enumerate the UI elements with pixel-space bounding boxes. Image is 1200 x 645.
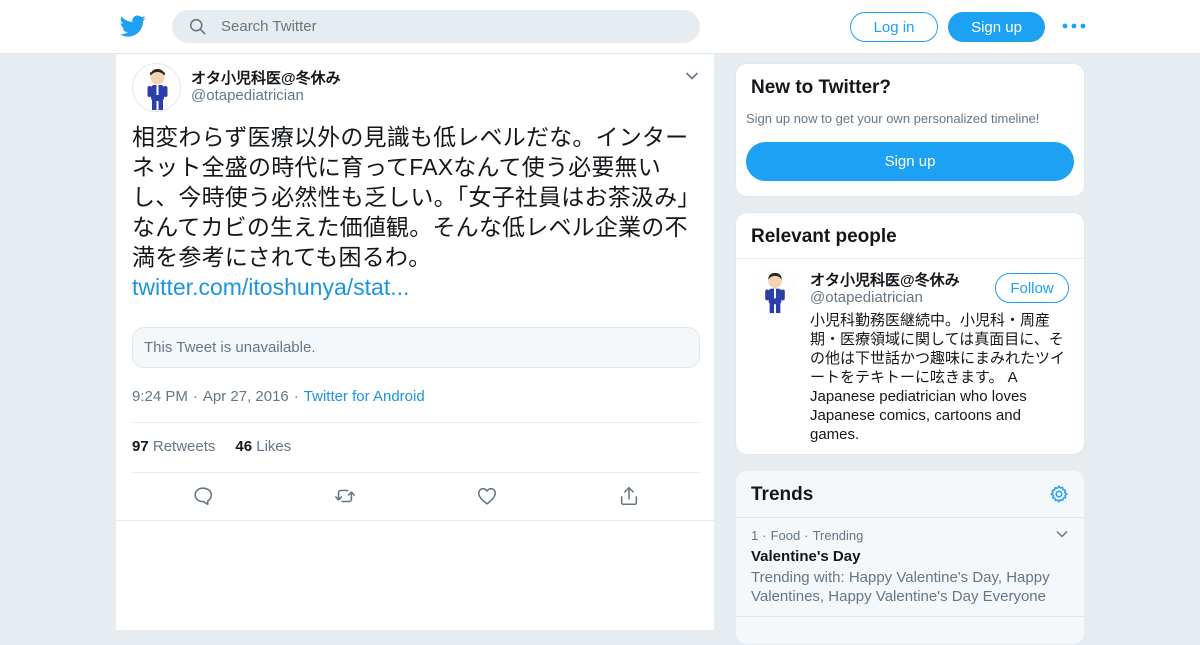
like-heart-icon[interactable] [476,485,498,507]
tweet-text: 相変わらず医療以外の見識も低レベルだな。インターネット全盛の時代に育ってFAXな… [132,124,701,270]
tweet-date[interactable]: Apr 27, 2016 [203,388,289,405]
login-button[interactable]: Log in [850,12,938,42]
author-handle[interactable]: @otapediatrician [191,87,304,104]
author-name[interactable]: オタ小児科医@冬休み [191,67,341,88]
divider [116,520,714,521]
relevant-person-bio: 小児科勤務医継続中。小児科・周産期・医療領域に関しては真面目に、その他は下世話か… [810,312,1066,443]
divider [736,258,1084,259]
divider [736,616,1084,617]
tweet-link[interactable]: twitter.com/itoshunya/stat... [132,272,409,302]
relevant-person-handle[interactable]: @otapediatrician [810,289,923,306]
trend-status: Trending [812,528,864,543]
trend-description: Trending with: Happy Valentine's Day, Ha… [751,569,1050,605]
quoted-tweet-message: This Tweet is unavailable. [144,339,316,356]
avatar-illustration [133,64,180,111]
retweets-stat[interactable]: 97 Retweets [132,438,215,455]
chevron-down-icon[interactable] [685,71,699,81]
separator-dot: · [762,528,767,543]
retweets-label: Retweets [152,438,216,455]
trends-title: Trends [751,484,814,505]
tweet-source-link[interactable]: Twitter for Android [304,388,425,405]
trend-rank: 1 [751,528,759,543]
tweet-permalink: オタ小児科医@冬休み @otapediatrician 相変わらず医療以外の見識… [115,54,715,630]
relevant-person-name[interactable]: オタ小児科医@冬休み [810,269,960,290]
relevant-people-card: Relevant people オタ小児科医@冬休み @otapediatric… [735,212,1085,455]
chevron-down-icon[interactable] [1056,530,1068,538]
retweets-count: 97 [132,438,149,455]
search-input[interactable] [221,18,661,35]
divider [736,517,1084,518]
new-to-twitter-card: New to Twitter? Sign up now to get your … [735,63,1085,197]
avatar[interactable] [751,268,799,316]
separator-dot: · [293,388,299,405]
reply-icon[interactable] [192,485,214,507]
avatar-illustration [751,268,799,316]
top-navigation-bar: Log in Sign up [0,0,1200,54]
retweet-icon[interactable] [334,485,356,507]
separator-dot: · [192,388,198,405]
trend-meta: 1 · Food · Trending [751,528,863,543]
tweet-stats: 97 Retweets 46 Likes [132,438,291,455]
new-to-twitter-subtitle: Sign up now to get your own personalized… [746,111,1040,126]
search-box[interactable] [172,10,700,43]
search-icon [189,18,206,35]
trends-card: Trends 1 · Food · Trending Valentine's Day T… [735,470,1085,645]
twitter-bird-icon[interactable] [120,13,146,39]
divider [132,422,700,423]
divider [132,472,700,473]
new-to-twitter-title: New to Twitter? [751,77,892,98]
avatar[interactable] [132,63,181,112]
tweet-metadata: 9:24 PM · Apr 27, 2016 · Twitter for Android [132,388,425,405]
signup-button[interactable]: Sign up [948,12,1045,42]
likes-count: 46 [235,438,253,455]
likes-label: Likes [256,438,292,455]
follow-button[interactable]: Follow [995,273,1069,303]
separator-dot: · [804,528,809,543]
signup-large-button[interactable]: Sign up [746,142,1074,181]
tweet-time[interactable]: 9:24 PM [132,388,188,405]
quoted-tweet-unavailable: This Tweet is unavailable. [132,327,700,368]
more-dots-icon[interactable] [1062,18,1086,34]
gear-icon[interactable] [1049,484,1069,504]
trend-name[interactable]: Valentine's Day [751,548,860,565]
relevant-people-title: Relevant people [751,226,897,247]
likes-stat[interactable]: 46 Likes [235,438,291,455]
share-icon[interactable] [618,485,640,507]
trend-category: Food [770,528,801,543]
